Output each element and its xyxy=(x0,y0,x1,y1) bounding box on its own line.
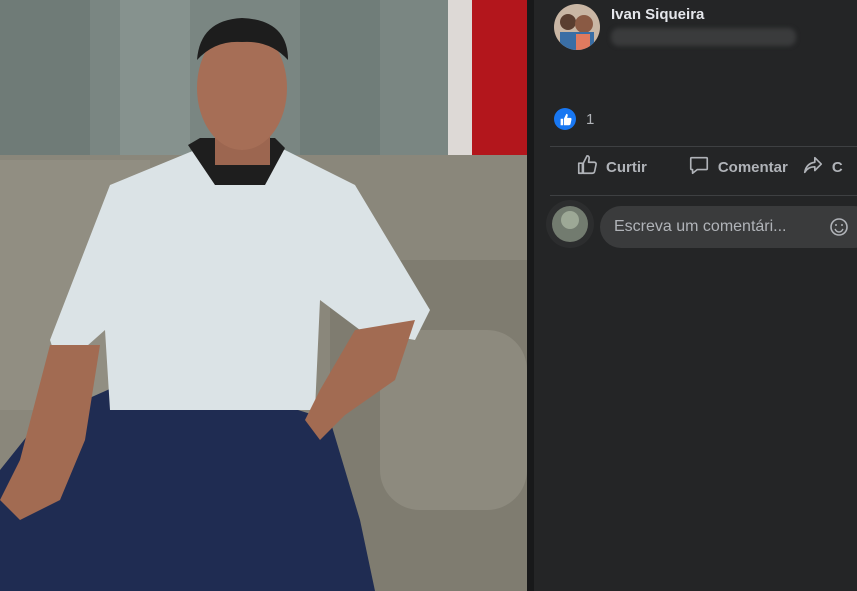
like-button[interactable]: Curtir xyxy=(576,154,647,180)
share-arrow-icon xyxy=(802,154,824,180)
post-actions: Curtir Comentar C xyxy=(576,154,843,180)
like-label: Curtir xyxy=(606,158,647,176)
post-meta-blurred xyxy=(611,28,796,46)
like-reaction-icon xyxy=(554,108,576,130)
author-name[interactable]: Ivan Siqueira xyxy=(611,6,704,23)
share-label: C xyxy=(831,158,843,176)
post-photo[interactable] xyxy=(0,0,527,591)
author-avatar[interactable] xyxy=(554,4,600,50)
avatar-image xyxy=(554,4,600,50)
like-count: 1 xyxy=(586,110,595,128)
comment-button[interactable]: Comentar xyxy=(688,154,788,180)
thumbs-up-icon xyxy=(576,154,598,180)
divider-bottom xyxy=(550,195,857,196)
divider-top xyxy=(550,146,857,147)
reaction-summary[interactable]: 1 xyxy=(554,108,594,130)
post-side-panel: Ivan Siqueira 1 Curtir Comentar C Escrev… xyxy=(534,0,857,591)
comment-bubble-icon xyxy=(688,154,710,180)
share-button[interactable]: C xyxy=(802,154,843,180)
current-user-avatar[interactable] xyxy=(546,200,594,248)
panel-divider xyxy=(527,0,534,591)
comment-placeholder: Escreva um comentári... xyxy=(614,218,787,235)
comment-input[interactable]: Escreva um comentári... xyxy=(600,206,857,248)
emoji-icon[interactable] xyxy=(829,217,849,242)
current-user-avatar-image xyxy=(546,200,594,248)
comment-label: Comentar xyxy=(717,158,788,176)
photo-image xyxy=(0,0,527,591)
